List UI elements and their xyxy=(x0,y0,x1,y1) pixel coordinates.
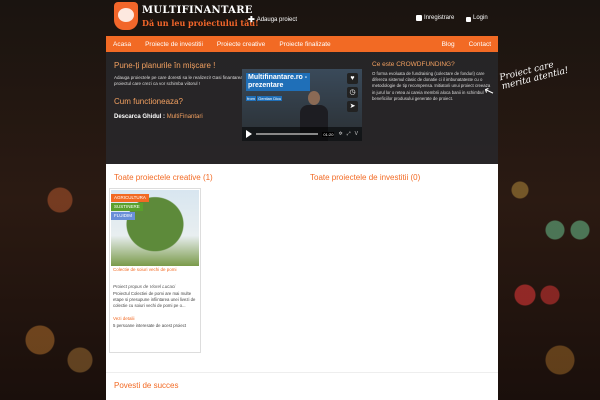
play-icon[interactable] xyxy=(246,130,252,138)
crowdfunding-heading: Ce este CROWDFUNDING? xyxy=(372,61,455,68)
project-interest-count: 5 persoane interesate de acest proiect xyxy=(113,323,187,328)
login-label: Login xyxy=(473,15,488,21)
project-caption[interactable]: Colectie de soiuri vechi de pomi xyxy=(113,267,177,272)
main-nav: Acasa Proiecte de investitii Proiecte cr… xyxy=(106,36,498,52)
nav-blog[interactable]: Blog xyxy=(435,41,462,48)
success-stories-title[interactable]: Povesti de succes xyxy=(114,381,178,390)
how-it-works-heading: Cum functioneaza? xyxy=(114,97,183,106)
top-bar: MULTIFINANTARE Dă un leu proiectului tău… xyxy=(106,0,498,36)
tag-support: SUSTINERE xyxy=(111,203,143,211)
crowdfunding-info: Ce este CROWDFUNDING? O forma evoluata d… xyxy=(372,61,494,102)
nav-home[interactable]: Acasa xyxy=(106,41,138,48)
hero-paragraph: Adauga proiectele pe care doresti sa le … xyxy=(114,75,243,86)
nav-finished-projects[interactable]: Proiecte finalizate xyxy=(272,41,337,48)
video-by-prefix: from xyxy=(246,96,256,101)
video-side-buttons: ♥ ◷ ➤ xyxy=(347,73,358,112)
success-stories-section: Povesti de succes xyxy=(106,372,498,400)
project-description: Proiectul Colectiei de pomi are mai mult… xyxy=(113,291,196,308)
user-icon xyxy=(416,15,422,21)
logo-title: MULTIFINANTARE xyxy=(142,4,253,16)
vimeo-icon[interactable]: V xyxy=(355,131,358,137)
handwritten-annotation: Proiect care merita atentia! xyxy=(499,58,570,92)
login-link[interactable]: Login xyxy=(466,15,488,22)
site-logo[interactable]: MULTIFINANTARE Dă un leu proiectului tău… xyxy=(114,2,259,30)
logo-icon xyxy=(114,2,138,30)
tag-fluidim: FLUIDIM xyxy=(111,212,135,220)
download-prefix: Descarca Ghidul : xyxy=(114,114,166,120)
logo-subtitle: Dă un leu proiectului tău! xyxy=(142,17,259,28)
video-time: 01:20 xyxy=(322,131,335,137)
creative-projects-title[interactable]: Toate proiectele creative (1) xyxy=(114,173,213,182)
project-author: Proiect propus de Viorel Lucaci xyxy=(113,284,176,289)
project-card[interactable]: AGRICULTURA SUSTINERE FLUIDIM Colectie d… xyxy=(109,188,201,353)
download-guide-link[interactable]: MultiFinantari xyxy=(167,114,203,120)
heart-icon[interactable]: ♥ xyxy=(347,73,358,84)
download-guide: Descarca Ghidul : MultiFinantari xyxy=(114,114,259,120)
hero-heading: Pune-ți planurile în mișcare ! xyxy=(114,61,216,70)
nav-creative-projects[interactable]: Proiecte creative xyxy=(210,41,272,48)
hero-panel: Pune-ți planurile în mișcare ! Adauga pr… xyxy=(106,52,498,164)
video-author[interactable]: Gentian Dicu xyxy=(257,96,283,101)
video-controls: 01:20 ✲ ⤢ V xyxy=(242,127,362,141)
video-player[interactable]: Multifinantare.ro - prezentare from Gent… xyxy=(242,69,362,141)
hero-intro: Pune-ți planurile în mișcare ! Adauga pr… xyxy=(114,61,259,120)
settings-icon[interactable]: ✲ xyxy=(338,131,342,137)
nav-contact[interactable]: Contact xyxy=(462,41,498,48)
lock-icon xyxy=(466,16,471,22)
clock-icon[interactable]: ◷ xyxy=(347,87,358,98)
video-progress[interactable] xyxy=(256,133,319,135)
nav-investment-projects[interactable]: Proiecte de investitii xyxy=(138,41,210,48)
register-label: Inregistrare xyxy=(424,15,455,21)
register-link[interactable]: Inregistrare xyxy=(416,15,454,21)
share-icon[interactable]: ➤ xyxy=(347,101,358,112)
projects-content: Toate proiectele creative (1) Toate proi… xyxy=(106,164,498,372)
add-project-link[interactable]: ✚ Adauga proiect xyxy=(248,15,297,24)
video-byline: from Gentian Dicu xyxy=(246,96,283,101)
project-image[interactable]: AGRICULTURA SUSTINERE FLUIDIM xyxy=(111,190,199,266)
plus-icon: ✚ xyxy=(248,15,255,24)
tag-agriculture: AGRICULTURA xyxy=(111,194,149,202)
investment-projects-title[interactable]: Toate proiectele de investitii (0) xyxy=(310,173,420,182)
project-details-link[interactable]: Vezi detalii xyxy=(113,316,135,321)
crowdfunding-text: O forma evoluata de fundraising (colecta… xyxy=(372,71,491,101)
add-project-label: Adauga proiect xyxy=(256,16,298,23)
fullscreen-icon[interactable]: ⤢ xyxy=(347,131,351,137)
